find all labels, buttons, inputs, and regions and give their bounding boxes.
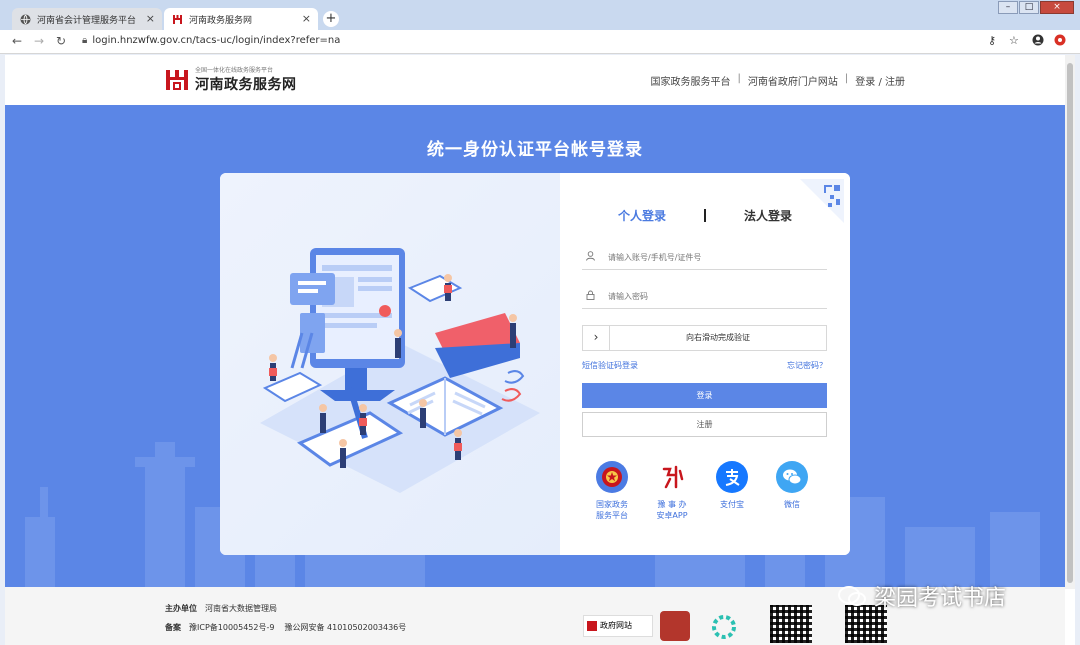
account-field (582, 246, 827, 270)
top-nav: 国家政务服务平台 | 河南省政府门户网站 | 登录 / 注册 (651, 73, 905, 88)
watermark-text: 梁园考试书店 (874, 586, 1007, 611)
national-emblem-icon (596, 461, 628, 493)
new-tab-button[interactable]: + (323, 11, 339, 27)
key-icon[interactable]: ⚷ (988, 34, 996, 47)
globe-icon (20, 14, 31, 25)
sms-login-link[interactable]: 短信验证码登录 (582, 361, 638, 370)
register-button[interactable]: 注册 (582, 412, 827, 437)
page-title: 统一身份认证平台帐号登录 (427, 140, 643, 160)
back-icon[interactable]: ← (12, 34, 22, 48)
close-window-button[interactable]: × (1040, 1, 1074, 14)
url-text: login.hnzwfw.gov.cn/tacs-uc/login/index?… (92, 35, 341, 46)
icp-record[interactable]: 豫ICP备10005452号-9 (189, 623, 274, 632)
account-icon[interactable] (1032, 34, 1044, 49)
address-bar: ← → ↻ 🔒︎ login.hnzwfw.gov.cn/tacs-uc/logi… (0, 30, 1080, 54)
third-label: 微信 (784, 500, 800, 509)
vertical-scrollbar[interactable] (1065, 55, 1075, 589)
gov-site-label: 政府网站 (600, 621, 632, 630)
yushiban-logo-icon (656, 461, 688, 493)
nav-login-register[interactable]: 登录 / 注册 (855, 73, 905, 88)
lock-icon (586, 290, 600, 303)
henan-logo-icon (165, 68, 189, 92)
hero-section: 统一身份认证平台帐号登录 个人登录 法人登录 请输入账号/手机号/证件号 › 向… (5, 105, 1065, 587)
third-label: 服务平台 (596, 511, 628, 520)
sponsor-name: 河南省大数据管理局 (205, 604, 277, 613)
wechat-watermark-icon (838, 586, 866, 606)
close-tab-icon[interactable]: × (146, 12, 155, 25)
watermark: 梁园考试书店 (838, 580, 1006, 612)
site-logo[interactable]: 全国一体化在线政务服务平台 河南政务服务网 (165, 65, 297, 94)
sponsor-label: 主办单位 (165, 604, 197, 613)
nav-separator: | (737, 73, 741, 84)
login-national-platform[interactable]: 国家政务 服务平台 (582, 461, 642, 521)
police-record[interactable]: 豫公网安备 41010502003436号 (284, 623, 406, 632)
police-emblem-icon[interactable] (660, 611, 690, 641)
cert-badge-icon[interactable] (702, 613, 746, 641)
extension-icon[interactable] (1054, 34, 1066, 49)
gov-site-badge[interactable]: 政府网站 (583, 615, 653, 637)
logo-name: 河南政务服务网 (195, 77, 297, 93)
bookmark-star-icon[interactable]: ☆ (1009, 34, 1019, 47)
password-field (582, 285, 827, 309)
wechat-icon (776, 461, 808, 493)
site-header: 全国一体化在线政务服务平台 河南政务服务网 国家政务服务平台 | 河南省政府门户… (5, 55, 1065, 105)
slider-handle[interactable]: › (583, 326, 610, 350)
alipay-icon (716, 461, 748, 493)
illustration-panel (220, 173, 560, 555)
forward-icon[interactable]: → (34, 34, 44, 48)
page-viewport: 全国一体化在线政务服务平台 河南政务服务网 国家政务服务平台 | 河南省政府门户… (5, 55, 1075, 645)
slide-captcha: › 向右滑动完成验证 (582, 325, 827, 351)
nav-separator: | (844, 73, 849, 84)
login-alipay[interactable]: 支付宝 (702, 461, 762, 521)
third-party-login: 国家政务 服务平台 豫 事 办安卓APP 支付宝 微信 (582, 461, 842, 521)
reload-icon[interactable]: ↻ (56, 34, 66, 48)
third-label: 国家政务 (596, 500, 628, 509)
password-input[interactable] (608, 292, 808, 301)
tab-title: 河南政务服务网 (189, 15, 253, 26)
tab-personal-login[interactable]: 个人登录 (618, 207, 666, 224)
minimize-button[interactable]: – (998, 1, 1018, 14)
qr-code-app (770, 605, 812, 643)
login-type-tabs: 个人登录 法人登录 (560, 205, 850, 225)
login-button[interactable]: 登录 (582, 383, 827, 408)
third-label: 支付宝 (720, 500, 744, 509)
login-wechat[interactable]: 微信 (762, 461, 822, 521)
nav-provincial-portal[interactable]: 河南省政府门户网站 (748, 73, 838, 88)
logo-slogan: 全国一体化在线政务服务平台 (195, 67, 274, 74)
office-illustration (260, 248, 540, 493)
third-label: 豫 事 办 (657, 500, 687, 509)
henan-logo-icon (172, 14, 183, 25)
tab-henan-gov[interactable]: 河南政务服务网 × (164, 8, 318, 30)
nav-national-platform[interactable]: 国家政务服务平台 (651, 73, 731, 88)
user-icon (586, 251, 600, 264)
scrollbar-thumb[interactable] (1067, 63, 1073, 583)
maximize-button[interactable]: □ (1019, 1, 1039, 14)
record-label: 备案 (165, 623, 181, 632)
tab-divider (704, 208, 706, 222)
login-yushiban-app[interactable]: 豫 事 办安卓APP (642, 461, 702, 521)
tab-legal-person-login[interactable]: 法人登录 (744, 207, 792, 224)
login-form: 个人登录 法人登录 › (560, 173, 850, 555)
forgot-password-link[interactable]: 忘记密码？ (787, 360, 827, 371)
tab-title: 河南省会计管理服务平台 (37, 15, 137, 26)
gov-site-icon (587, 621, 597, 631)
close-tab-icon[interactable]: × (302, 12, 311, 25)
tab-accounting[interactable]: 河南省会计管理服务平台 × (12, 8, 162, 30)
url-field[interactable]: 🔒︎ login.hnzwfw.gov.cn/tacs-uc/login/inde… (82, 35, 340, 46)
slider-hint: 向右滑动完成验证 (686, 333, 750, 342)
account-input[interactable] (608, 253, 808, 262)
login-card: 个人登录 法人登录 › (220, 173, 850, 555)
lock-icon: 🔒︎ (82, 35, 88, 46)
browser-tabstrip: 河南省会计管理服务平台 × 河南政务服务网 × + – □ × (0, 0, 1080, 30)
third-label: 安卓APP (656, 511, 688, 520)
